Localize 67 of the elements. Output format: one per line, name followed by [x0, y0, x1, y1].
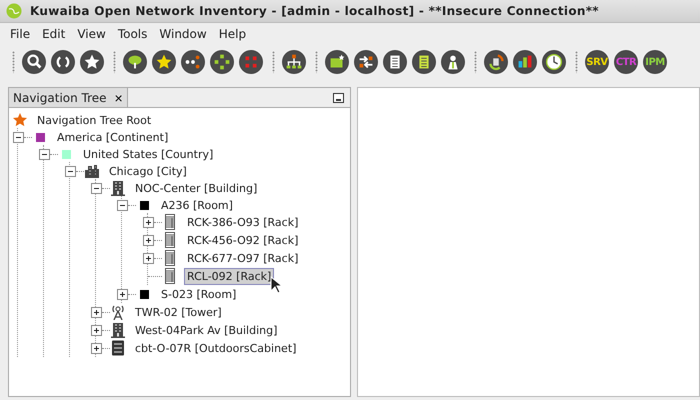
city-icon: [84, 163, 100, 179]
star-icon: [12, 112, 28, 128]
tree-node[interactable]: cbt-O-07R [OutdoorsCabinet]: [132, 340, 300, 356]
panel-tab[interactable]: Navigation Tree ×: [9, 88, 128, 107]
collapse-toggle[interactable]: [91, 182, 102, 194]
rack-icon: [162, 268, 178, 284]
collapse-toggle[interactable]: [13, 132, 24, 142]
expand-toggle[interactable]: [143, 234, 154, 246]
folder-star-button[interactable]: [325, 50, 349, 74]
module-button[interactable]: IPM: [643, 50, 667, 74]
menu-item[interactable]: Help: [218, 27, 246, 41]
star-button[interactable]: [80, 50, 104, 74]
tree-node[interactable]: Navigation Tree Root: [34, 112, 154, 128]
tree-node[interactable]: RCK-677-O97 [Rack]: [184, 250, 302, 266]
tree-node[interactable]: RCK-386-O93 [Rack]: [184, 214, 302, 230]
menu-item[interactable]: File: [10, 27, 30, 41]
rack-icon: [162, 232, 178, 248]
document-button[interactable]: [383, 50, 407, 74]
menu-item[interactable]: Window: [159, 27, 207, 41]
sync-button[interactable]: [484, 50, 508, 74]
search-button[interactable]: [22, 50, 46, 74]
tree-node[interactable]: West-04Park Av [Building]: [132, 322, 280, 338]
expand-toggle[interactable]: [91, 324, 102, 336]
cabinet-icon: [110, 340, 126, 356]
swap-arrows-button[interactable]: [354, 50, 378, 74]
tree-node[interactable]: NOC-Center [Building]: [132, 180, 260, 196]
refresh-button[interactable]: [51, 50, 75, 74]
bar-chart-button[interactable]: [513, 50, 537, 74]
rack-icon: [162, 214, 178, 230]
building-icon: [110, 322, 126, 338]
tree-node[interactable]: S-023 [Room]: [158, 286, 240, 302]
expand-toggle[interactable]: [117, 288, 128, 300]
menu-item[interactable]: Tools: [118, 27, 148, 41]
tree-node[interactable]: United States [Country]: [80, 146, 216, 162]
expand-toggle[interactable]: [143, 252, 154, 264]
tree-node[interactable]: TWR-02 [Tower]: [132, 304, 225, 320]
star-button[interactable]: [152, 50, 176, 74]
menu-item[interactable]: View: [77, 27, 106, 41]
expand-toggle[interactable]: [143, 216, 154, 228]
expand-toggle[interactable]: [91, 342, 102, 354]
tree-button[interactable]: [123, 50, 147, 74]
menu-item[interactable]: Edit: [42, 27, 66, 41]
tree-node[interactable]: RCK-456-O92 [Rack]: [184, 232, 302, 248]
tree-node[interactable]: Chicago [City]: [106, 162, 190, 180]
tree-node[interactable]: A236 [Room]: [158, 196, 236, 214]
collapse-toggle[interactable]: [65, 166, 76, 176]
diamond-nodes-button[interactable]: [210, 50, 234, 74]
building-icon: [110, 180, 126, 196]
rack-icon: [162, 250, 178, 266]
document-button[interactable]: [412, 50, 436, 74]
collapse-toggle[interactable]: [39, 148, 50, 160]
module-button[interactable]: SRV: [585, 50, 609, 74]
tree-node[interactable]: RCL-092 [Rack]: [184, 268, 274, 284]
antenna-tower-icon: [110, 304, 126, 320]
tree-node[interactable]: America [Continent]: [54, 128, 172, 146]
collapse-toggle[interactable]: [117, 200, 128, 210]
dot-grid-button[interactable]: [239, 50, 263, 74]
expand-toggle[interactable]: [91, 306, 102, 318]
nodes-button[interactable]: [181, 50, 205, 74]
clock-icon: [543, 51, 565, 73]
app-logo-icon: [6, 3, 22, 19]
window-title: Kuwaiba Open Network Inventory - [admin - localhost] - **Insecure Connection**: [30, 4, 599, 18]
hierarchy-button[interactable]: [282, 50, 306, 74]
minimize-button[interactable]: [333, 92, 344, 102]
clock-button[interactable]: [542, 50, 566, 74]
person-button[interactable]: [441, 50, 465, 74]
close-button[interactable]: ×: [114, 90, 123, 104]
